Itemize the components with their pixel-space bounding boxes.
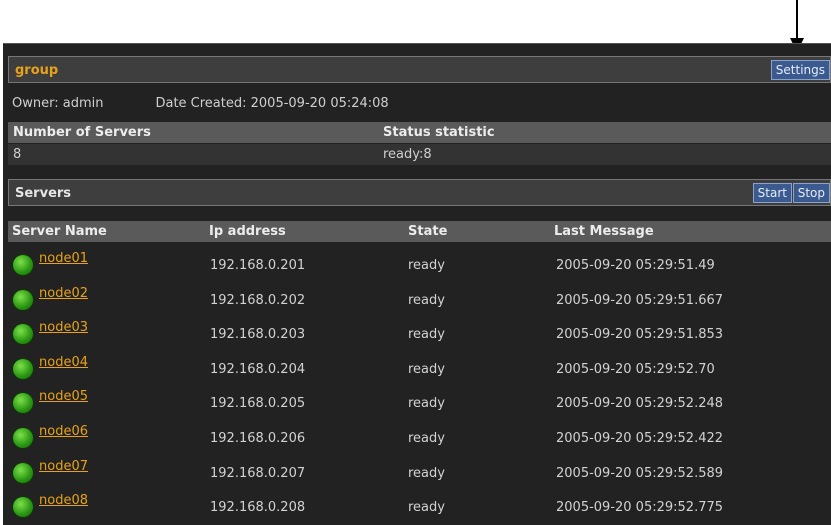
status-statistic-header: Status statistic — [383, 125, 495, 140]
group-title: group — [15, 63, 59, 78]
number-of-servers-header: Number of Servers — [13, 125, 151, 140]
servers-title: Servers — [15, 186, 72, 201]
ip-address-cell: 192.168.0.204 — [210, 361, 306, 377]
last-message-cell: 2005-09-20 05:29:51.49 — [556, 258, 715, 273]
last-message-cell: 2005-09-20 05:29:52.422 — [556, 430, 724, 446]
state-cell: ready — [408, 396, 445, 412]
ip-address-cell: 192.168.0.203 — [210, 327, 306, 343]
owner-text: Owner: admin — [12, 96, 104, 111]
state-cell: ready — [408, 292, 445, 308]
last-message-cell: 2005-09-20 05:29:52.775 — [556, 500, 724, 516]
group-header-bar: group Settings — [8, 56, 831, 83]
status-green-icon — [13, 462, 33, 483]
servers-header-bar: Servers Start Stop — [8, 179, 831, 206]
state-column: State — [408, 224, 448, 239]
table-row: node01 192.168.0.201 ready 2005-09-20 05… — [8, 247, 831, 282]
status-green-icon — [13, 255, 33, 275]
stop-button[interactable]: Stop — [792, 183, 830, 203]
ip-address-cell: 192.168.0.202 — [210, 292, 306, 308]
server-name-link[interactable]: node05 — [39, 389, 88, 404]
summary-header-row: Number of Servers Status statistic — [8, 122, 831, 143]
table-row: node03 192.168.0.203 ready 2005-09-20 05… — [8, 316, 831, 351]
summary-value-row: 8 ready:8 — [8, 144, 831, 165]
ip-address-cell: 192.168.0.201 — [210, 258, 306, 273]
status-green-icon — [13, 393, 33, 414]
server-name-link[interactable]: node01 — [39, 251, 88, 266]
server-name-link[interactable]: node08 — [39, 493, 88, 508]
settings-button[interactable]: Settings — [770, 60, 830, 80]
state-cell: ready — [408, 258, 445, 273]
number-of-servers-value: 8 — [13, 147, 22, 162]
status-green-icon — [13, 497, 33, 518]
ip-address-cell: 192.168.0.206 — [210, 430, 306, 446]
state-cell: ready — [408, 500, 445, 516]
status-green-icon — [13, 358, 33, 379]
table-row: node07 192.168.0.207 ready 2005-09-20 05… — [8, 455, 831, 490]
last-message-cell: 2005-09-20 05:29:52.589 — [556, 465, 724, 481]
status-statistic-value: ready:8 — [383, 147, 432, 162]
servers-table-header: Server Name Ip address State Last Messag… — [8, 221, 831, 242]
date-created-text: Date Created: 2005-09-20 05:24:08 — [155, 96, 389, 111]
state-cell: ready — [408, 430, 445, 446]
table-row: node04 192.168.0.204 ready 2005-09-20 05… — [8, 351, 831, 386]
last-message-cell: 2005-09-20 05:29:52.248 — [556, 396, 724, 412]
state-cell: ready — [408, 465, 445, 481]
servers-table-body: node01 192.168.0.201 ready 2005-09-20 05… — [8, 247, 831, 524]
ip-address-cell: 192.168.0.205 — [210, 396, 306, 412]
ip-address-cell: 192.168.0.207 — [210, 465, 306, 481]
table-row: node06 192.168.0.206 ready 2005-09-20 05… — [8, 420, 831, 455]
state-cell: ready — [408, 361, 445, 377]
ip-address-cell: 192.168.0.208 — [210, 500, 306, 516]
last-message-cell: 2005-09-20 05:29:51.667 — [556, 292, 724, 308]
table-row: node08 192.168.0.208 ready 2005-09-20 05… — [8, 489, 831, 524]
table-row: node05 192.168.0.205 ready 2005-09-20 05… — [8, 385, 831, 420]
server-name-link[interactable]: node03 — [39, 320, 88, 335]
last-message-column: Last Message — [554, 224, 654, 239]
server-name-link[interactable]: node06 — [39, 424, 88, 439]
group-panel: group Settings Owner: admin Date Created:… — [3, 43, 831, 525]
ip-address-column: Ip address — [209, 224, 286, 239]
status-green-icon — [13, 289, 33, 310]
table-row: node02 192.168.0.202 ready 2005-09-20 05… — [8, 282, 831, 317]
last-message-cell: 2005-09-20 05:29:52.70 — [556, 361, 715, 377]
server-name-link[interactable]: node02 — [39, 286, 88, 301]
status-green-icon — [13, 427, 33, 448]
start-button[interactable]: Start — [752, 183, 792, 203]
status-green-icon — [13, 324, 33, 345]
last-message-cell: 2005-09-20 05:29:51.853 — [556, 327, 724, 343]
server-name-link[interactable]: node04 — [39, 355, 88, 370]
state-cell: ready — [408, 327, 445, 343]
group-info: Owner: admin Date Created: 2005-09-20 05:… — [12, 96, 389, 111]
server-name-column: Server Name — [12, 224, 107, 239]
server-name-link[interactable]: node07 — [39, 459, 88, 474]
